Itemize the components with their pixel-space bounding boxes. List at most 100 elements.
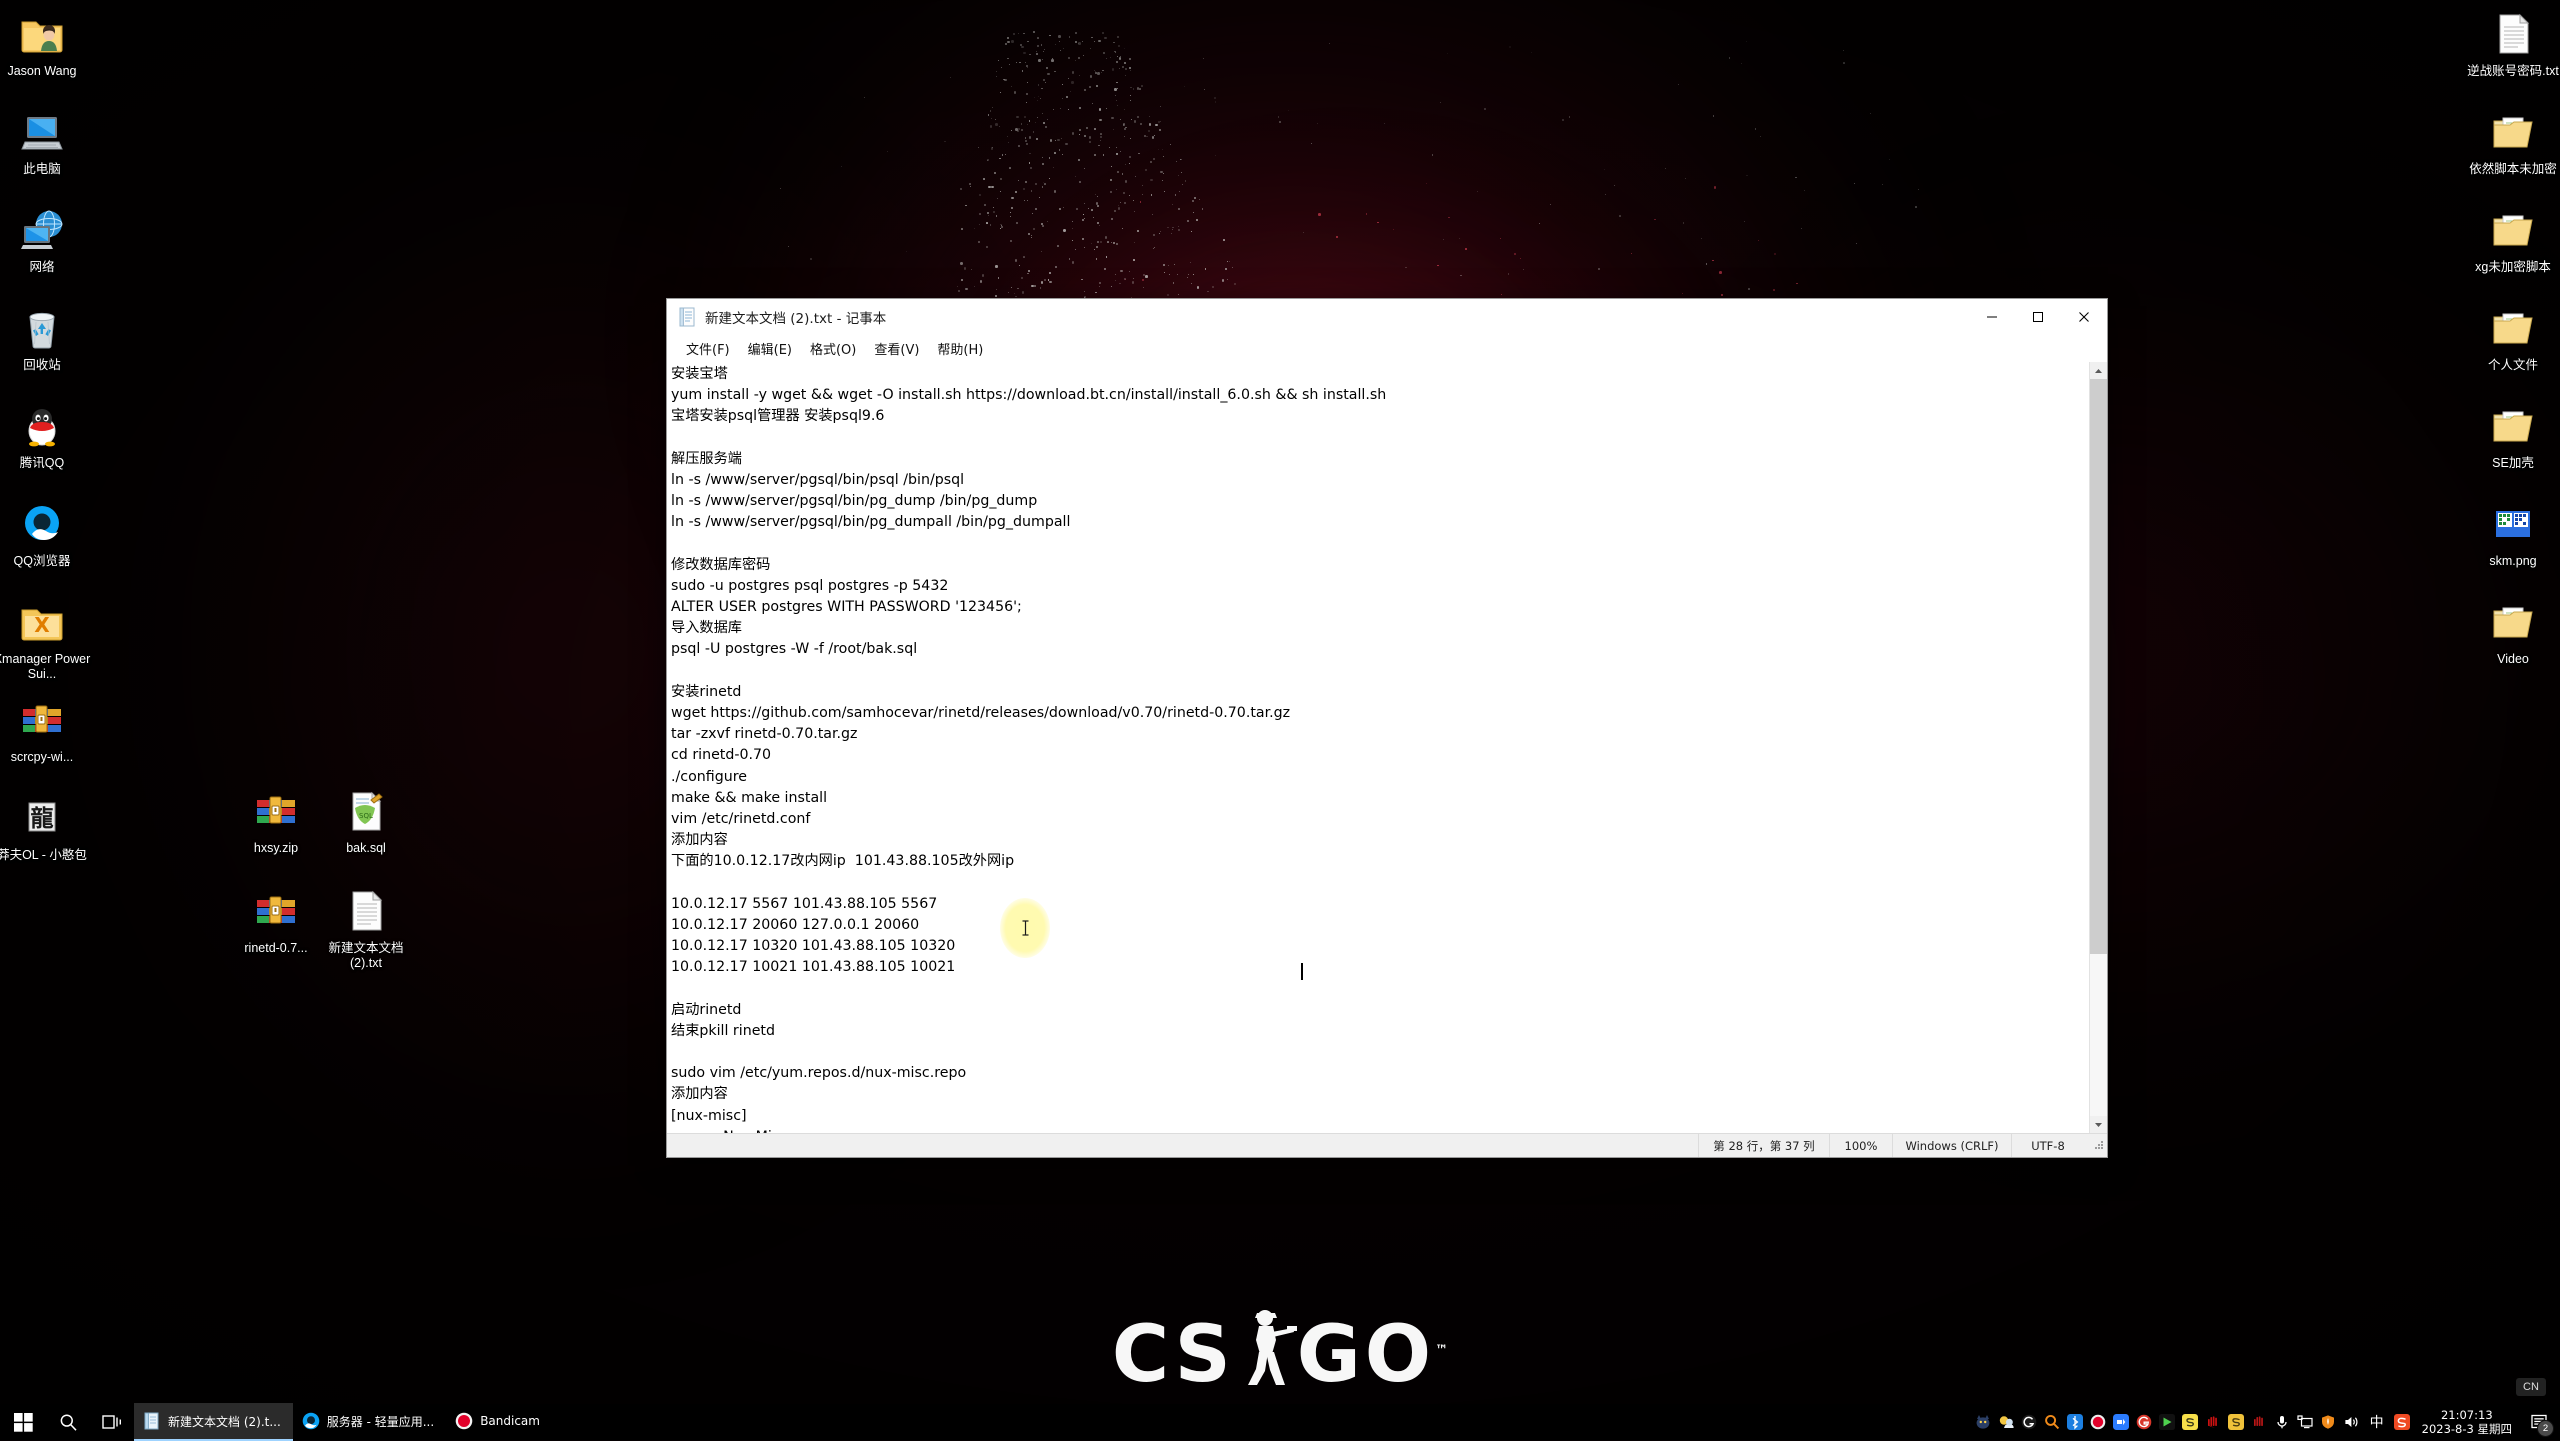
- text-line: 添加内容: [671, 1086, 728, 1103]
- cloud-icon[interactable]: [1995, 1404, 2018, 1440]
- text-line: 添加内容: [671, 832, 728, 849]
- desktop-icon-center-2[interactable]: rinetd-0.7...: [230, 885, 322, 956]
- everything-search-icon[interactable]: [2041, 1404, 2064, 1440]
- taskbar-window-label: 服务器 - 轻量应用...: [326, 1414, 435, 1429]
- desktop-icon-left-7[interactable]: scrcpy-wi...: [0, 694, 92, 765]
- desktop-icon-center-3[interactable]: 新建文本文档 (2).txt: [320, 885, 412, 971]
- scrollbar-track[interactable]: [2090, 379, 2107, 1116]
- bluetooth-icon[interactable]: [2064, 1404, 2087, 1440]
- desktop-icon-left-5[interactable]: QQ浏览器: [0, 498, 92, 569]
- start-button[interactable]: [0, 1404, 46, 1440]
- text-line: [671, 428, 2089, 449]
- text-line: [671, 873, 2089, 894]
- task-view-button[interactable]: [90, 1404, 134, 1440]
- menu-item-edit[interactable]: 编辑(E): [739, 336, 801, 361]
- desktop-icon-left-1[interactable]: 此电脑: [0, 106, 92, 177]
- taskbar-window-1[interactable]: 服务器 - 轻量应用...: [293, 1403, 446, 1441]
- scrollbar-thumb[interactable]: [2090, 379, 2107, 954]
- winrar-archive-icon: [230, 785, 322, 837]
- desktop-icon-label: 依然脚本未加密: [2469, 162, 2557, 176]
- desktop-icon-right-0[interactable]: 逆战账号密码.txt: [2463, 8, 2560, 79]
- menu-item-help[interactable]: 帮助(H): [928, 336, 992, 361]
- recycle-bin-icon: [29, 312, 55, 349]
- winrar-archive-icon: [230, 885, 322, 937]
- shield-icon[interactable]: [2317, 1404, 2340, 1440]
- desktop-icon-left-6[interactable]: X Xmanager Power Sui...: [0, 596, 92, 682]
- language-indicator-pill[interactable]: CN: [2516, 1378, 2546, 1396]
- desktop-icon-right-4[interactable]: SE加壳: [2463, 400, 2560, 471]
- chevron-down-icon: [2095, 1122, 2102, 1127]
- clock-date: 2023-8-3 星期四: [2421, 1422, 2512, 1436]
- notepad-text-area[interactable]: 安装宝塔 yum install -y wget && wget -O insta…: [667, 362, 2089, 1133]
- taskbar-window-list: 新建文本文档 (2).t... 服务器 - 轻量应用... Bandicam: [134, 1403, 552, 1441]
- sogou-icon[interactable]: [2391, 1404, 2414, 1440]
- notification-center-button[interactable]: 2: [2522, 1404, 2556, 1440]
- desktop-icon-right-1[interactable]: 依然脚本未加密: [2463, 106, 2560, 177]
- bandicam-record-icon[interactable]: [2087, 1404, 2110, 1440]
- text-line: yum install -y wget && wget -O install.s…: [671, 387, 1387, 404]
- taskbar-window-0[interactable]: 新建文本文档 (2).t...: [134, 1403, 293, 1441]
- this-pc-icon: [21, 117, 63, 150]
- scroll-down-button[interactable]: [2090, 1116, 2107, 1133]
- skype-status-icon[interactable]: [2225, 1404, 2248, 1440]
- folder-icon: [2463, 106, 2560, 158]
- desktop-icon-left-0[interactable]: Jason Wang: [0, 8, 92, 79]
- skype-icon[interactable]: [2179, 1404, 2202, 1440]
- desktop-icon-left-4[interactable]: 腾讯QQ: [0, 400, 92, 471]
- notepad-vertical-scrollbar[interactable]: [2089, 362, 2107, 1133]
- desktop-icon-center-1[interactable]: SQL bak.sql: [320, 785, 412, 856]
- desktop-icon-right-6[interactable]: Video: [2463, 596, 2560, 667]
- desktop-icon-label: QQ浏览器: [13, 554, 71, 568]
- monitor-icon[interactable]: [2294, 1404, 2317, 1440]
- hand-red-icon[interactable]: [2248, 1404, 2271, 1440]
- maximize-button[interactable]: [2015, 299, 2061, 335]
- text-caret: [1301, 963, 1303, 980]
- volume-icon[interactable]: [2340, 1404, 2363, 1440]
- minimize-icon: [1987, 316, 1997, 318]
- notepad-window[interactable]: 新建文本文档 (2).txt - 记事本 文件(F) 编辑(E) 格式(O) 查…: [666, 298, 2108, 1158]
- taskbar[interactable]: 新建文本文档 (2).t... 服务器 - 轻量应用... Bandicam 中…: [0, 1403, 2560, 1441]
- desktop-icon-left-2[interactable]: 网络: [0, 204, 92, 275]
- desktop-icon-label: hxsy.zip: [253, 841, 299, 855]
- desktop-icon-label: xg未加密脚本: [2475, 260, 2551, 274]
- taskbar-window-2[interactable]: Bandicam: [446, 1403, 552, 1441]
- text-line: 10.0.12.17 10021 101.43.88.105 10021: [671, 959, 956, 976]
- cat-icon[interactable]: [1972, 1404, 1995, 1440]
- notepad-menubar[interactable]: 文件(F) 编辑(E) 格式(O) 查看(V) 帮助(H): [667, 335, 2107, 361]
- chevron-up-icon: [2095, 368, 2102, 373]
- minimize-button[interactable]: [1969, 299, 2015, 335]
- todesk-icon[interactable]: [2110, 1404, 2133, 1440]
- menu-item-file[interactable]: 文件(F): [677, 336, 739, 361]
- gitee-icon[interactable]: [2133, 1404, 2156, 1440]
- desktop-icon-label: Xmanager Power Sui...: [0, 652, 91, 681]
- microphone-icon[interactable]: [2271, 1404, 2294, 1440]
- bandicam-icon: [455, 1412, 473, 1430]
- search-button[interactable]: [46, 1404, 90, 1440]
- desktop-icon-left-8[interactable]: 龍 莽夫OL - 小憨包: [0, 792, 92, 863]
- logitech-icon[interactable]: [2018, 1404, 2041, 1440]
- desktop-icon-center-0[interactable]: hxsy.zip: [230, 785, 322, 856]
- notepad-titlebar[interactable]: 新建文本文档 (2).txt - 记事本: [667, 299, 2107, 335]
- text-line: ./configure: [671, 768, 747, 785]
- menu-item-format[interactable]: 格式(O): [801, 336, 865, 361]
- search-icon: [60, 1413, 77, 1431]
- taskbar-window-label: Bandicam: [480, 1414, 540, 1428]
- notepad-icon: [679, 307, 697, 327]
- desktop-icon-left-3[interactable]: 回收站: [0, 302, 92, 373]
- desktop-icon-right-3[interactable]: 个人文件: [2463, 302, 2560, 373]
- text-line: 修改数据库密码: [671, 556, 771, 573]
- ime-mode-indicator[interactable]: 中: [2363, 1412, 2391, 1432]
- tray-icon-list: [1972, 1404, 2363, 1440]
- clock[interactable]: 21:07:13 2023-8-3 星期四: [2414, 1408, 2522, 1436]
- player-icon[interactable]: [2156, 1404, 2179, 1440]
- desktop-icon-right-2[interactable]: xg未加密脚本: [2463, 204, 2560, 275]
- resize-grip-icon[interactable]: [2084, 1139, 2107, 1153]
- scroll-up-button[interactable]: [2090, 362, 2107, 379]
- text-line: tar -zxvf rinetd-0.70.tar.gz: [671, 726, 858, 743]
- system-tray[interactable]: 中 21:07:13 2023-8-3 星期四 2: [1972, 1404, 2560, 1440]
- close-button[interactable]: [2061, 299, 2107, 335]
- text-line: ln -s /www/server/pgsql/bin/psql /bin/ps…: [671, 471, 965, 488]
- desktop-icon-right-5[interactable]: skm.png: [2463, 498, 2560, 569]
- hand-icon[interactable]: [2202, 1404, 2225, 1440]
- menu-item-view[interactable]: 查看(V): [865, 336, 928, 361]
